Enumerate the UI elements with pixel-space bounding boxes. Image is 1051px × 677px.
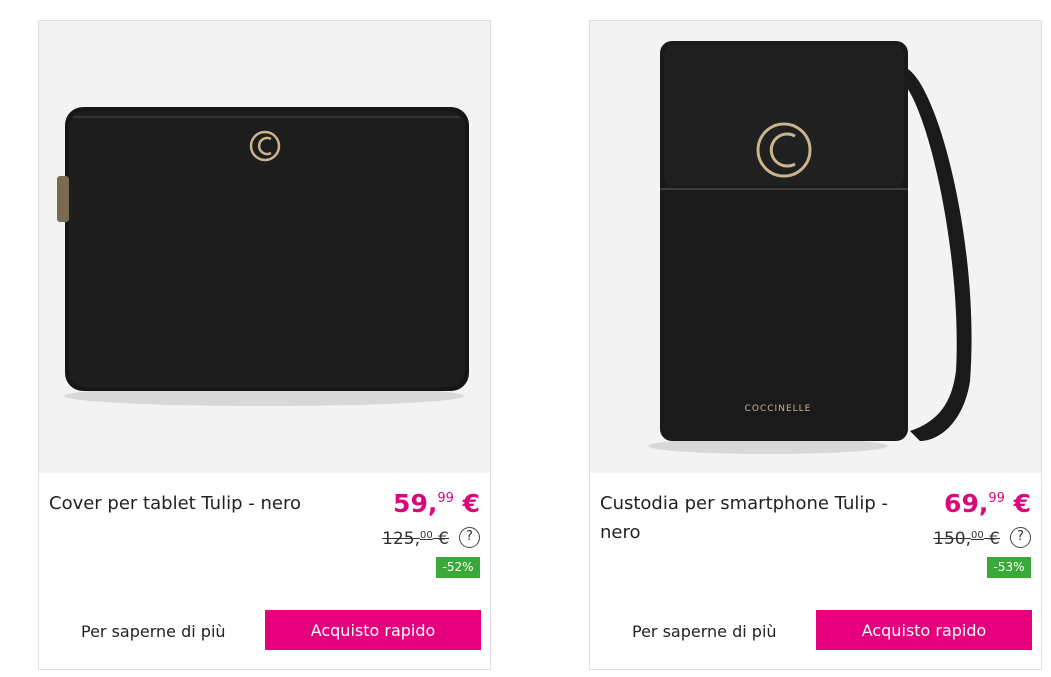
discount-badge: -52% <box>436 557 480 578</box>
product-title[interactable]: Custodia per smartphone Tulip - nero <box>600 489 900 547</box>
price-block: 69,99 € 150,00 € ? -53% <box>933 483 1031 578</box>
current-price: 59,99 € <box>393 489 480 518</box>
brand-logo-text: COCCINELLE <box>745 404 812 414</box>
product-image-phone-pouch[interactable]: COCCINELLE <box>590 21 1041 473</box>
price-block: 59,99 € 125,00 € ? -52% <box>382 483 480 578</box>
question-circle-icon[interactable]: ? <box>1010 527 1031 548</box>
product-card: COCCINELLE Custodia per smartphone Tulip… <box>589 20 1042 670</box>
product-card: Cover per tablet Tulip - nero 59,99 € 12… <box>38 20 491 670</box>
quick-buy-button[interactable]: Acquisto rapido <box>816 610 1032 650</box>
original-price: 125,00 € <box>382 529 449 549</box>
product-image-tablet-cover[interactable] <box>39 21 490 473</box>
original-price: 150,00 € <box>933 529 1000 549</box>
quick-buy-button[interactable]: Acquisto rapido <box>265 610 481 650</box>
product-title[interactable]: Cover per tablet Tulip - nero <box>49 489 349 518</box>
more-info-link[interactable]: Per saperne di più <box>632 621 777 643</box>
current-price: 69,99 € <box>944 489 1031 518</box>
question-circle-icon[interactable]: ? <box>459 527 480 548</box>
product-grid: Cover per tablet Tulip - nero 59,99 € 12… <box>0 0 1051 677</box>
discount-badge: -53% <box>987 557 1031 578</box>
more-info-link[interactable]: Per saperne di più <box>81 621 226 643</box>
